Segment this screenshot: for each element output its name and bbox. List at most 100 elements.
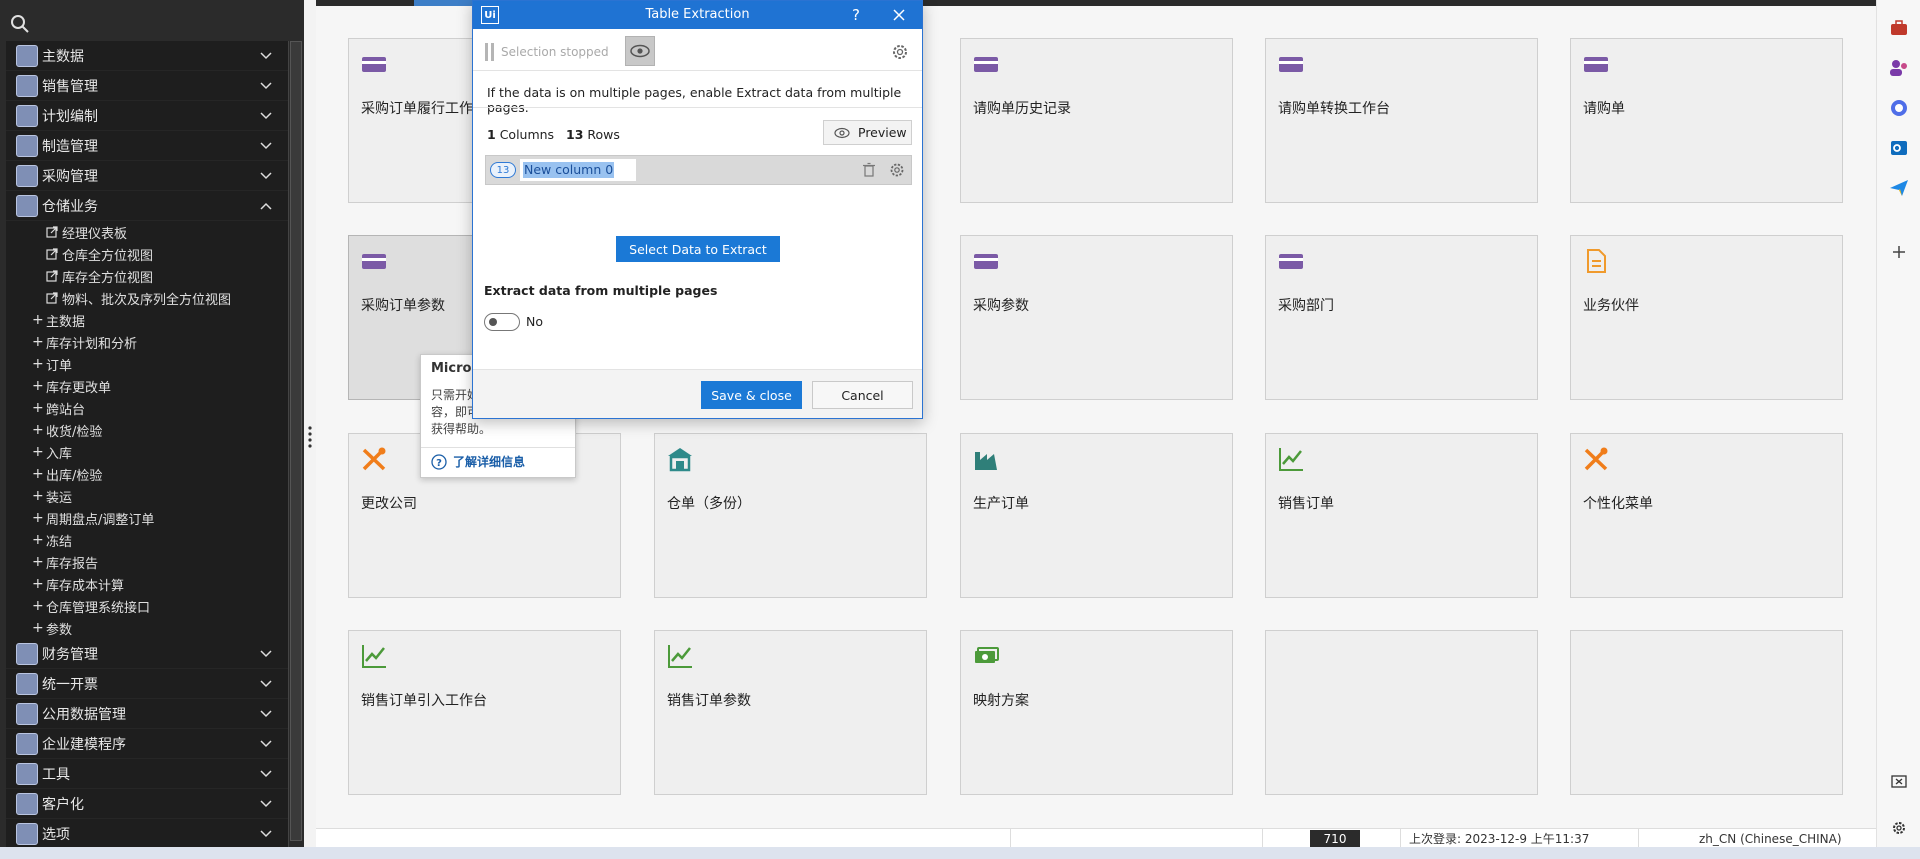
app-tile[interactable]: 请购单转换工作台	[1265, 38, 1538, 203]
chevron-down-icon[interactable]	[260, 140, 272, 152]
sidebar-group[interactable]: + 库存成本计算	[6, 573, 288, 595]
highlight-toggle-button[interactable]	[625, 36, 655, 66]
sidebar-group[interactable]: + 仓库管理系统接口	[6, 595, 288, 617]
expand-plus-icon[interactable]: +	[32, 620, 46, 636]
settings-icon[interactable]	[1887, 816, 1911, 840]
multi-page-toggle[interactable]	[484, 313, 520, 331]
expand-plus-icon[interactable]: +	[32, 554, 46, 570]
dialog-titlebar[interactable]: Ui Table Extraction ?	[473, 1, 922, 29]
app-tile[interactable]: 销售订单参数	[654, 630, 927, 795]
sidebar-group[interactable]: + 入库	[6, 441, 288, 463]
expand-plus-icon[interactable]: +	[32, 356, 46, 372]
chevron-down-icon[interactable]	[260, 80, 272, 92]
sidebar-group[interactable]: + 库存更改单	[6, 375, 288, 397]
sidebar-module-item[interactable]: 选项	[6, 819, 288, 847]
app-tile[interactable]: 采购参数	[960, 235, 1233, 400]
locale-indicator[interactable]: zh_CN (Chinese_CHINA)	[1638, 829, 1876, 848]
screenshot-icon[interactable]	[1887, 770, 1911, 794]
chevron-down-icon[interactable]	[260, 110, 272, 122]
chevron-down-icon[interactable]	[260, 798, 272, 810]
sidebar-group[interactable]: + 出库/检验	[6, 463, 288, 485]
expand-plus-icon[interactable]: +	[32, 334, 46, 350]
column-row[interactable]: 13 New column 0	[485, 155, 912, 185]
sidebar-link[interactable]: 物料、批次及序列全方位视图	[6, 287, 288, 309]
expand-plus-icon[interactable]: +	[32, 378, 46, 394]
trash-icon[interactable]	[861, 162, 877, 178]
expand-plus-icon[interactable]: +	[32, 312, 46, 328]
expand-plus-icon[interactable]: +	[32, 444, 46, 460]
sidebar-module-item[interactable]: 计划编制	[6, 101, 288, 131]
help-button[interactable]: ?	[845, 4, 867, 26]
app-tile[interactable]: 业务伙伴	[1570, 235, 1843, 400]
learn-more-link[interactable]: ? 了解详细信息	[431, 453, 525, 470]
sidebar-module-item[interactable]: 企业建模程序	[6, 729, 288, 759]
column-name-text[interactable]: New column 0	[523, 162, 615, 178]
sidebar-module-item[interactable]: 财务管理	[6, 639, 288, 669]
app-tile[interactable]: 请购单	[1570, 38, 1843, 203]
expand-plus-icon[interactable]: +	[32, 488, 46, 504]
people-icon[interactable]	[1887, 56, 1911, 80]
sidebar-group[interactable]: + 主数据	[6, 309, 288, 331]
cancel-button[interactable]: Cancel	[812, 381, 913, 409]
sidebar-module-item[interactable]: 客户化	[6, 789, 288, 819]
app-tile[interactable]: 生产订单	[960, 433, 1233, 598]
app-tile[interactable]: 仓单（多份）	[654, 433, 927, 598]
toolbox-icon[interactable]	[1887, 16, 1911, 40]
copilot-icon[interactable]	[1887, 96, 1911, 120]
chevron-down-icon[interactable]	[260, 738, 272, 750]
panel-splitter[interactable]	[304, 0, 316, 847]
chevron-down-icon[interactable]	[260, 648, 272, 660]
app-tile[interactable]: 请购单历史记录	[960, 38, 1233, 203]
sidebar-group[interactable]: + 订单	[6, 353, 288, 375]
column-settings-icon[interactable]	[889, 162, 905, 178]
add-icon[interactable]	[1887, 240, 1911, 264]
sidebar-module-item[interactable]: 采购管理	[6, 161, 288, 191]
sidebar-group[interactable]: + 库存计划和分析	[6, 331, 288, 353]
expand-plus-icon[interactable]: +	[32, 422, 46, 438]
select-data-button[interactable]: Select Data to Extract	[616, 236, 780, 262]
chevron-down-icon[interactable]	[260, 708, 272, 720]
outlook-icon[interactable]	[1887, 136, 1911, 160]
search-icon[interactable]	[10, 14, 30, 34]
sidebar-module-item[interactable]: 统一开票	[6, 669, 288, 699]
sidebar-module-item[interactable]: 公用数据管理	[6, 699, 288, 729]
sidebar-group[interactable]: + 冻结	[6, 529, 288, 551]
expand-plus-icon[interactable]: +	[32, 510, 46, 526]
chevron-down-icon[interactable]	[260, 828, 272, 840]
sidebar-link[interactable]: 经理仪表板	[6, 221, 288, 243]
chevron-down-icon[interactable]	[260, 678, 272, 690]
grip-handle-icon[interactable]	[308, 425, 312, 451]
chevron-down-icon[interactable]	[260, 170, 272, 182]
sidebar-module-item[interactable]: 销售管理	[6, 71, 288, 101]
chevron-down-icon[interactable]	[260, 50, 272, 62]
app-tile[interactable]: 个性化菜单	[1570, 433, 1843, 598]
app-tile[interactable]: 销售订单引入工作台	[348, 630, 621, 795]
sidebar-link[interactable]: 仓库全方位视图	[6, 243, 288, 265]
sidebar-item-warehousing[interactable]: 仓储业务	[6, 191, 288, 221]
expand-plus-icon[interactable]: +	[32, 532, 46, 548]
expand-plus-icon[interactable]: +	[32, 576, 46, 592]
sidebar-module-item[interactable]: 主数据	[6, 41, 288, 71]
settings-gear-icon[interactable]	[891, 43, 909, 61]
chevron-up-icon[interactable]	[260, 200, 272, 212]
sidebar-link[interactable]: 库存全方位视图	[6, 265, 288, 287]
app-tile[interactable]: 销售订单	[1265, 433, 1538, 598]
pause-icon[interactable]	[485, 43, 495, 61]
save-close-button[interactable]: Save & close	[701, 381, 802, 409]
expand-plus-icon[interactable]: +	[32, 598, 46, 614]
sidebar-group[interactable]: + 周期盘点/调整订单	[6, 507, 288, 529]
send-icon[interactable]	[1887, 176, 1911, 200]
sidebar-group[interactable]: + 库存报告	[6, 551, 288, 573]
sidebar-module-item[interactable]: 工具	[6, 759, 288, 789]
sidebar-group[interactable]: + 参数	[6, 617, 288, 639]
sidebar-group[interactable]: + 收货/检验	[6, 419, 288, 441]
close-button[interactable]	[887, 4, 911, 26]
sidebar-group[interactable]: + 跨站台	[6, 397, 288, 419]
sidebar-search[interactable]	[8, 10, 304, 40]
expand-plus-icon[interactable]: +	[32, 466, 46, 482]
app-tile[interactable]: 采购部门	[1265, 235, 1538, 400]
preview-button[interactable]: Preview	[823, 120, 912, 145]
sidebar-scroll-thumb[interactable]	[290, 41, 302, 841]
expand-plus-icon[interactable]: +	[32, 400, 46, 416]
sidebar-module-item[interactable]: 制造管理	[6, 131, 288, 161]
